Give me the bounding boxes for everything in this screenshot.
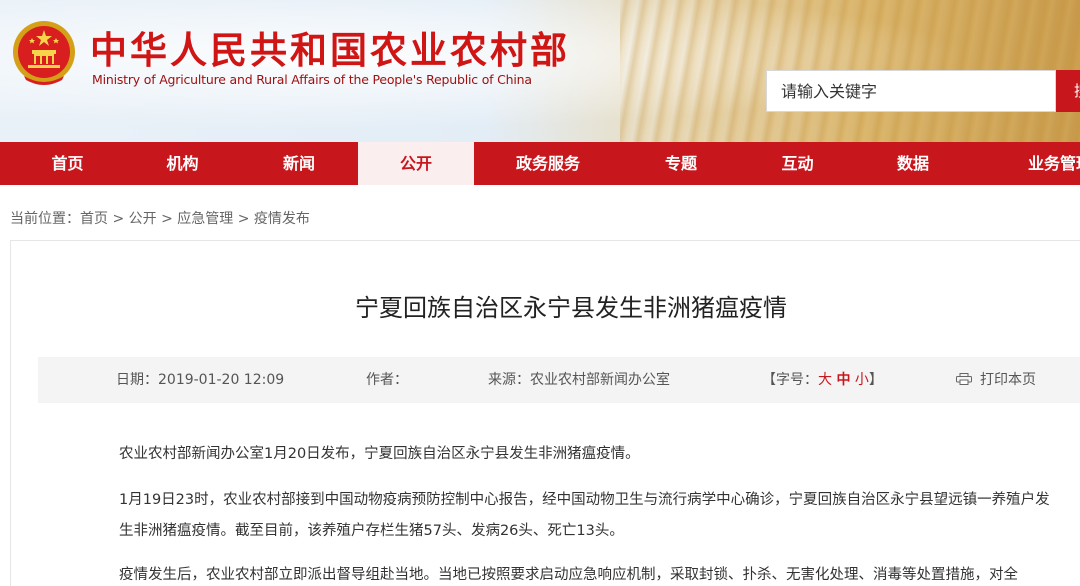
breadcrumb-separator: > <box>156 211 178 227</box>
breadcrumb-prefix: 当前位置： <box>10 211 80 227</box>
print-button[interactable]: 打印本页 <box>956 357 1036 403</box>
nav-item-home[interactable]: 首页 <box>10 142 125 185</box>
font-size-prefix: 【字号： <box>762 372 818 388</box>
search-input[interactable] <box>767 71 1055 111</box>
print-label: 打印本页 <box>980 372 1036 388</box>
article-paragraph: 1月19日23时，农业农村部接到中国动物疫病预防控制中心报告，经中国动物卫生与流… <box>90 485 1060 547</box>
article-paragraph: 疫情发生后，农业农村部立即派出督导组赴当地。当地已按照要求启动应急响应机制，采取… <box>90 560 1060 586</box>
nav-item-interaction[interactable]: 互动 <box>740 142 855 185</box>
breadcrumb-item-epidemic[interactable]: 疫情发布 <box>254 211 310 227</box>
breadcrumb-separator: > <box>108 211 129 227</box>
font-size-large-link[interactable]: 大 <box>818 372 832 388</box>
breadcrumb-item-public[interactable]: 公开 <box>129 211 157 227</box>
font-size-medium-link[interactable]: 中 <box>836 372 850 388</box>
nav-item-data[interactable]: 数据 <box>855 142 971 185</box>
nav-item-business-management[interactable]: 业务管理 <box>1010 142 1080 185</box>
paragraph-text: 农业农村部新闻办公室1月20日发布，宁夏回族自治区永宁县发生非洲猪瘟疫情。 <box>119 446 640 462</box>
source: 来源：农业农村部新闻办公室 <box>488 372 670 388</box>
site-subtitle: Ministry of Agriculture and Rural Affair… <box>92 72 532 87</box>
paragraph-text: 1月19日23时，农业农村部接到中国动物疫病预防控制中心报告，经中国动物卫生与流… <box>119 492 1050 539</box>
publish-date: 日期：2019-01-20 12:09 <box>116 372 285 388</box>
printer-icon <box>956 373 972 385</box>
font-size-suffix: 】 <box>868 372 883 388</box>
nav-item-news[interactable]: 新闻 <box>240 142 358 185</box>
font-size-small-link[interactable]: 小 <box>855 372 869 388</box>
search-button[interactable]: 搜 <box>1056 70 1080 112</box>
site-title: 中华人民共和国农业农村部 <box>90 28 570 72</box>
breadcrumb-item-emergency[interactable]: 应急管理 <box>177 211 233 227</box>
nav-item-government-services[interactable]: 政务服务 <box>474 142 622 185</box>
nav-item-organization[interactable]: 机构 <box>125 142 240 185</box>
article-meta-bar: 日期：2019-01-20 12:09 作者： 来源：农业农村部新闻办公室 【字… <box>38 357 1080 403</box>
article-paragraph: 农业农村部新闻办公室1月20日发布，宁夏回族自治区永宁县发生非洲猪瘟疫情。 <box>90 439 1060 470</box>
breadcrumb-separator: > <box>233 211 254 227</box>
article-title: 宁夏回族自治区永宁县发生非洲猪瘟疫情 <box>355 294 787 322</box>
main-nav: 首页 机构 新闻 公开 政务服务 专题 互动 数据 业务管理 <box>0 142 1080 185</box>
national-emblem-icon[interactable] <box>10 18 78 90</box>
search-box <box>766 70 1056 112</box>
author: 作者： <box>366 372 408 388</box>
breadcrumb: 当前位置：首页 > 公开 > 应急管理 > 疫情发布 <box>10 208 310 228</box>
paragraph-text: 疫情发生后，农业农村部立即派出督导组赴当地。当地已按照要求启动应急响应机制，采取… <box>119 567 1018 583</box>
site-header: 中华人民共和国农业农村部 Ministry of Agriculture and… <box>0 0 1080 142</box>
font-size-control: 【字号：大 中 小】 <box>762 357 883 403</box>
nav-item-public[interactable]: 公开 <box>358 142 474 185</box>
nav-item-topics[interactable]: 专题 <box>622 142 740 185</box>
breadcrumb-item-home[interactable]: 首页 <box>80 211 108 227</box>
